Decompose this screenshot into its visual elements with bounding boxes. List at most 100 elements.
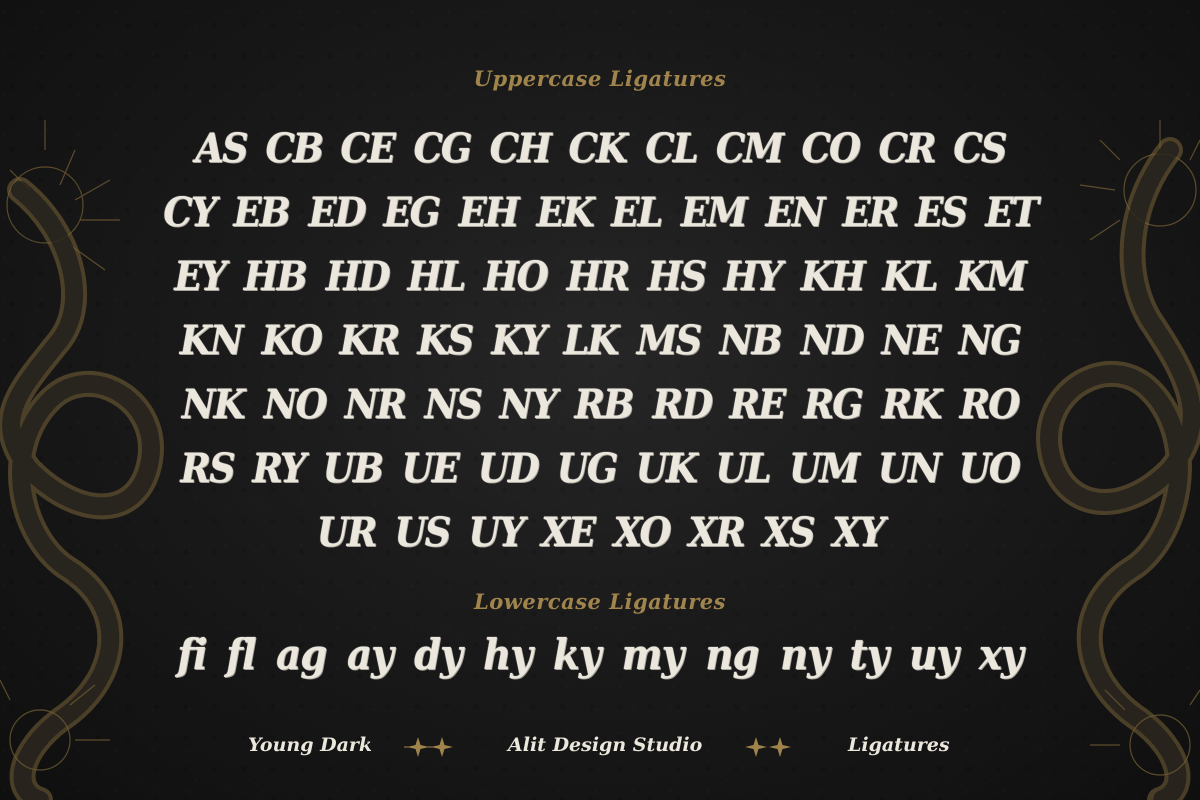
ligature-glyph: KS (417, 316, 475, 364)
ligature-glyph: CE (340, 124, 397, 172)
ligature-glyph: EG (383, 188, 441, 236)
footer-label: Ligatures (848, 734, 950, 756)
ligature-glyph: CK (568, 124, 628, 172)
ligature-glyph: NR (344, 380, 407, 428)
uppercase-ligature-row: UR US UY XE XO XR XS XY (170, 500, 1030, 564)
ligature-glyph: NY (499, 380, 558, 428)
lowercase-ligature-row: fi fl ag ay dy hy ky my ng ny ty uy xy (0, 630, 1200, 679)
ligature-glyph: HD (325, 252, 390, 300)
ligature-glyph: UM (788, 444, 860, 492)
ligature-glyph: CS (952, 124, 1007, 172)
ligature-glyph: ay (347, 630, 394, 679)
ligature-glyph: HO (483, 252, 549, 300)
ligature-glyph: NB (719, 316, 783, 364)
ligature-glyph: UB (323, 444, 384, 492)
ligature-glyph: AS (194, 124, 248, 172)
ligature-glyph: KY (491, 316, 546, 364)
serpent-illustration-right (1036, 120, 1200, 800)
uppercase-ligature-grid: AS CB CE CG CH CK CL CM CO CR CS CY EB ED EG EH EK EL EM EN… (163, 116, 1038, 564)
ligature-glyph: RG (803, 380, 864, 428)
ligature-glyph: XO (613, 508, 671, 556)
uppercase-ligature-row: NK NO NR NS NY RB RD RE RG RK RO (170, 372, 1030, 436)
ligature-glyph: my (621, 630, 684, 679)
ligature-glyph: NK (182, 380, 246, 428)
ligature-glyph: EM (680, 188, 748, 236)
ligature-glyph: ty (849, 630, 889, 679)
ligature-glyph: KN (180, 316, 244, 364)
ligature-glyph: NO (263, 380, 327, 428)
ligature-glyph: HB (243, 252, 308, 300)
ligature-glyph: EL (611, 188, 663, 236)
ligature-glyph: RK (881, 380, 942, 428)
uppercase-ligature-row: CY EB ED EG EH EK EL EM EN ER ES ET (163, 180, 1038, 244)
ligature-glyph: UE (401, 444, 460, 492)
ligature-glyph: ag (276, 630, 327, 679)
ligature-glyph: CL (645, 124, 698, 172)
four-point-star-pair-icon (745, 737, 791, 757)
ligature-glyph: XR (688, 508, 746, 556)
ligature-glyph: ng (705, 630, 759, 679)
ligature-glyph: RY (252, 444, 306, 492)
ligature-glyph: fi (177, 630, 207, 679)
ligature-glyph: UN (877, 444, 942, 492)
ligature-glyph: US (394, 508, 452, 556)
ligature-glyph: CM (715, 124, 784, 172)
ligature-glyph: dy (414, 630, 463, 679)
ligature-glyph: ET (984, 188, 1039, 236)
ligature-glyph: RS (180, 444, 235, 492)
ligature-glyph: UG (556, 444, 619, 492)
ligature-glyph: CY (163, 188, 217, 236)
ligature-glyph: UR (316, 508, 378, 556)
ligature-glyph: HR (566, 252, 630, 300)
ligature-glyph: EY (174, 252, 226, 300)
ligature-glyph: HS (647, 252, 707, 300)
ligature-glyph: fl (226, 630, 256, 679)
ligature-glyph: NG (958, 316, 1022, 364)
uppercase-ligature-row: AS CB CE CG CH CK CL CM CO CR CS (170, 116, 1030, 180)
ligature-glyph: RO (959, 380, 1020, 428)
ligature-glyph: EN (765, 188, 825, 236)
ligature-glyph: hy (482, 630, 533, 679)
ligature-glyph: KM (956, 252, 1027, 300)
ligature-glyph: CG (413, 124, 472, 172)
ligature-glyph: UO (959, 444, 1021, 492)
ligature-glyph: KR (339, 316, 401, 364)
ligature-glyph: UK (635, 444, 698, 492)
ligature-glyph: CH (489, 124, 551, 172)
ligature-glyph: ND (800, 316, 864, 364)
ligature-glyph: EB (233, 188, 291, 236)
ligature-glyph: XE (541, 508, 597, 556)
footer-studio-name: Alit Design Studio (508, 734, 703, 756)
ligature-glyph: XY (832, 508, 886, 556)
four-point-star-pair-icon (404, 737, 453, 757)
ligature-glyph: UD (477, 444, 539, 492)
ligature-glyph: UY (468, 508, 525, 556)
ligature-glyph: ky (552, 630, 601, 679)
ligature-glyph: RD (652, 380, 713, 428)
ligature-glyph: EH (458, 188, 519, 236)
ligature-glyph: LK (563, 316, 620, 364)
ligature-glyph: NS (424, 380, 482, 428)
ligature-glyph: RE (729, 380, 787, 428)
uppercase-ligature-row: EY HB HD HL HO HR HS HY KH KL KM (170, 244, 1030, 308)
ligature-glyph: ny (780, 630, 830, 679)
ligature-glyph: RB (574, 380, 635, 428)
ligature-glyph: EK (536, 188, 594, 236)
ligature-glyph: UL (715, 444, 771, 492)
ligature-glyph: XS (762, 508, 816, 556)
lowercase-section-title: Lowercase Ligatures (474, 589, 726, 614)
footer: Young Dark Alit Design Studio Ligatures (0, 728, 1200, 768)
ligature-glyph: KH (800, 252, 865, 300)
ligature-glyph: HL (407, 252, 466, 300)
ligature-glyph: MS (636, 316, 702, 364)
footer-font-name: Young Dark (248, 734, 373, 756)
ligature-glyph: CR (878, 124, 936, 172)
ligature-glyph: uy (908, 630, 959, 679)
ligature-glyph: HY (723, 252, 783, 300)
ligature-glyph: xy (978, 630, 1024, 679)
ligature-glyph: CB (265, 124, 324, 172)
uppercase-ligature-row: RS RY UB UE UD UG UK UL UM UN UO (170, 436, 1030, 500)
ligature-glyph: KO (261, 316, 322, 364)
ligature-glyph: NE (881, 316, 941, 364)
uppercase-ligature-row: KN KO KR KS KY LK MS NB ND NE NG (170, 308, 1030, 372)
